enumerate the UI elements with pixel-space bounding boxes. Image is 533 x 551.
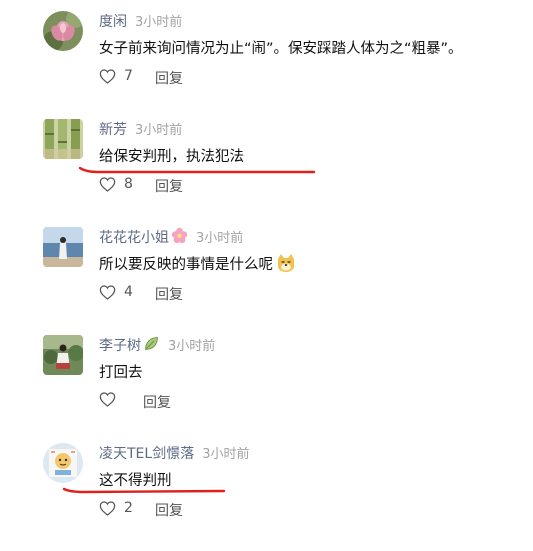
like-button[interactable]: 8 — [99, 176, 133, 192]
comment-item: 凌天TEL剑憬落 3小时前 这不得判刑 2 回复 — [0, 432, 533, 540]
comment-item: 度闲 3小时前 女子前来询问情况为止“闹”。保安踩踏人体为之“粗暴”。 7 回复 — [0, 0, 533, 108]
username[interactable]: 花花花小姐 3小时前 — [99, 227, 243, 247]
username-text[interactable]: 度闲 — [99, 14, 127, 30]
avatar[interactable] — [43, 119, 83, 159]
avatar[interactable] — [43, 335, 83, 375]
username[interactable]: 凌天TEL剑憬落 3小时前 — [99, 443, 249, 463]
username-text[interactable]: 新芳 — [99, 122, 127, 138]
timestamp: 3小时前 — [168, 339, 216, 354]
like-button[interactable]: 7 — [99, 68, 133, 84]
reply-button[interactable]: 回复 — [155, 68, 183, 88]
username-text[interactable]: 李子树 — [99, 338, 141, 354]
comment-text-content: 所以要反映的事情是什么呢 — [99, 257, 273, 273]
like-count: 8 — [124, 176, 133, 192]
comment-item: 新芳 3小时前 给保安判刑，执法犯法 8 回复 — [0, 108, 533, 216]
username[interactable]: 李子树 3小时前 — [99, 335, 215, 355]
username[interactable]: 度闲 3小时前 — [99, 11, 182, 31]
leaf-emoji-icon — [145, 337, 158, 350]
like-button[interactable] — [99, 392, 124, 407]
pink-flower-emoji-icon — [171, 227, 188, 244]
heart-icon — [99, 392, 116, 407]
avatar[interactable] — [43, 11, 83, 51]
username[interactable]: 新芳 3小时前 — [99, 119, 182, 139]
timestamp: 3小时前 — [196, 231, 244, 246]
cartoon-avatar-icon — [43, 443, 83, 483]
reply-button[interactable]: 回复 — [155, 500, 183, 520]
like-count: 7 — [124, 68, 133, 84]
comment-item: 李子树 3小时前 打回去 回复 — [0, 324, 533, 432]
like-count: 2 — [124, 500, 133, 516]
timestamp: 3小时前 — [135, 123, 183, 138]
comment-text: 打回去 — [99, 365, 143, 381]
timestamp: 3小时前 — [135, 15, 183, 30]
lotus-flower-avatar-icon — [43, 11, 83, 51]
reply-button[interactable]: 回复 — [155, 176, 183, 196]
doge-emoji-icon — [278, 254, 294, 272]
heart-icon — [99, 68, 116, 84]
avatar[interactable] — [43, 443, 83, 483]
garden-photo-avatar-icon — [43, 335, 83, 375]
comment-item: 花花花小姐 3小时前 所以要反映的事情是什么呢 4 回复 — [0, 216, 533, 324]
heart-icon — [99, 176, 116, 192]
like-button[interactable]: 2 — [99, 500, 133, 516]
comment-text: 给保安判刑，执法犯法 — [99, 149, 244, 165]
heart-icon — [99, 500, 116, 516]
reply-button[interactable]: 回复 — [155, 284, 183, 304]
comment-text: 所以要反映的事情是什么呢 — [99, 253, 296, 274]
username-text[interactable]: 凌天TEL剑憬落 — [99, 446, 194, 462]
heart-icon — [99, 284, 116, 300]
username-text[interactable]: 花花花小姐 — [99, 230, 169, 246]
like-count: 4 — [124, 284, 133, 300]
reply-button[interactable]: 回复 — [143, 392, 171, 412]
like-button[interactable]: 4 — [99, 284, 133, 300]
avatar[interactable] — [43, 227, 83, 267]
seaside-photo-avatar-icon — [43, 227, 83, 267]
timestamp: 3小时前 — [202, 447, 250, 462]
bamboo-avatar-icon — [43, 119, 83, 159]
comment-text: 女子前来询问情况为止“闹”。保安踩踏人体为之“粗暴”。 — [99, 41, 463, 57]
red-underline-annotation — [62, 487, 226, 494]
